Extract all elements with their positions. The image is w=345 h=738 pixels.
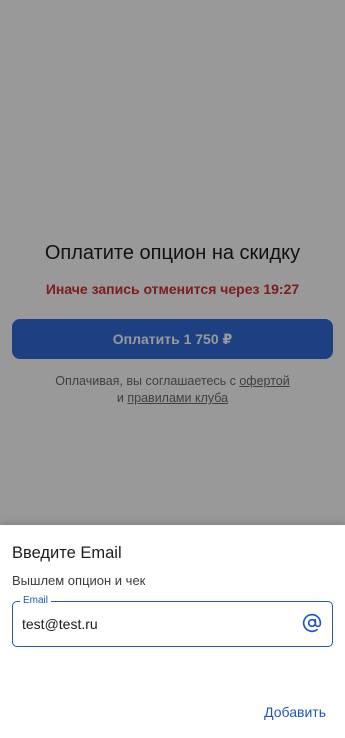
email-input[interactable] (22, 614, 292, 634)
sheet-title: Введите Email (12, 544, 122, 562)
add-button[interactable]: Добавить (264, 704, 326, 720)
email-field[interactable]: Email (12, 595, 333, 647)
sheet-subtitle: Вышлем опцион и чек (12, 573, 146, 588)
email-bottom-sheet: Введите Email Вышлем опцион и чек Email … (0, 525, 345, 738)
email-field-label: Email (20, 595, 52, 607)
at-sign-icon (301, 612, 323, 634)
